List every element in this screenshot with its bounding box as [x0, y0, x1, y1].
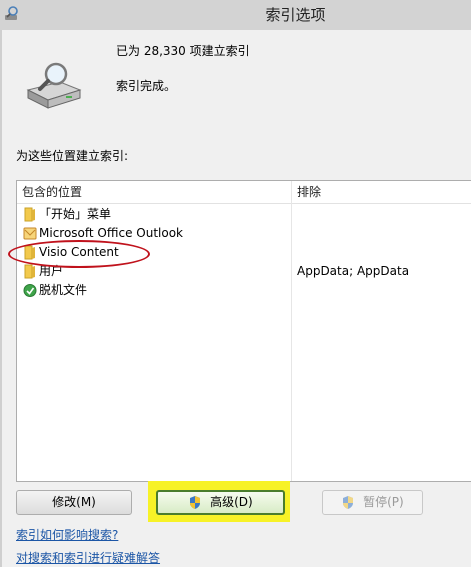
- folder-icon: [24, 264, 35, 279]
- indexed-locations-list[interactable]: 包含的位置 排除 「开始」菜单 Microsoft Office Outlook…: [16, 180, 471, 482]
- window-border: [0, 30, 2, 567]
- folder-icon: [24, 207, 35, 222]
- column-header-included[interactable]: 包含的位置: [22, 181, 82, 203]
- list-item-label: 脱机文件: [39, 283, 88, 297]
- list-item-label: 「开始」菜单: [39, 207, 112, 221]
- list-item[interactable]: 「开始」菜单: [17, 205, 471, 224]
- locations-label: 为这些位置建立索引:: [16, 149, 129, 163]
- pause-button[interactable]: 暂停(P): [322, 490, 423, 515]
- window-title: 索引选项: [265, 6, 326, 24]
- offline-files-icon: [23, 284, 37, 297]
- modify-button[interactable]: 修改(M): [16, 490, 132, 515]
- list-header: 包含的位置 排除: [17, 181, 471, 204]
- shield-icon: [343, 496, 354, 509]
- indexing-status-text: 索引完成。: [116, 79, 177, 93]
- troubleshoot-link[interactable]: 对搜索和索引进行疑难解答: [16, 549, 160, 566]
- column-header-exclude[interactable]: 排除: [297, 181, 321, 203]
- modify-button-label: 修改(M): [52, 495, 96, 509]
- indexing-search-help-link[interactable]: 索引如何影响搜索?: [16, 526, 118, 543]
- highlight-ellipse-annotation: [8, 240, 150, 268]
- drive-magnifier-icon: [26, 62, 82, 109]
- pause-button-label: 暂停(P): [363, 495, 404, 509]
- title-bar: 索引选项: [0, 0, 471, 30]
- advanced-button[interactable]: 高级(D): [156, 490, 285, 515]
- shield-icon: [190, 496, 201, 509]
- advanced-button-label: 高级(D): [210, 495, 253, 509]
- list-item-exclude: AppData; AppData: [297, 264, 410, 278]
- list-item[interactable]: 脱机文件: [17, 281, 471, 300]
- indexed-count-text: 已为 28,330 项建立索引: [116, 44, 250, 58]
- outlook-icon: [23, 227, 37, 240]
